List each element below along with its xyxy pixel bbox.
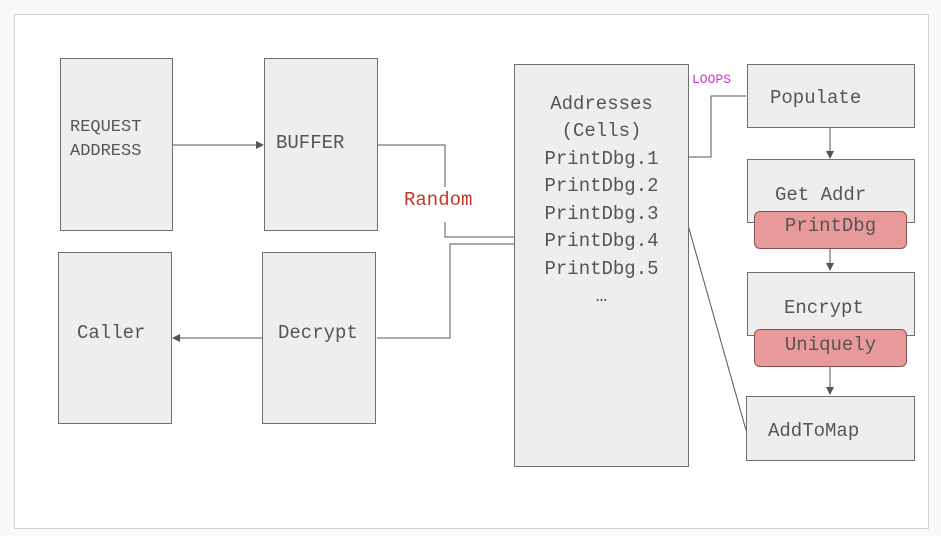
edge-cell4-to-decrypt	[377, 243, 525, 339]
add-to-map-node: AddToMap	[746, 396, 915, 461]
populate-label: Populate	[770, 87, 862, 109]
uniquely-tag: Uniquely	[754, 329, 907, 367]
address-cell-1: PrintDbg.1	[544, 148, 659, 170]
address-cell-5: PrintDbg.5	[544, 258, 659, 280]
add-to-map-label: AddToMap	[768, 420, 860, 442]
decrypt-node: Decrypt	[262, 252, 376, 424]
decrypt-label: Decrypt	[278, 322, 358, 344]
addresses-subtitle: (Cells)	[561, 120, 642, 142]
buffer-node: BUFFER	[264, 58, 378, 231]
edge-random-to-cell4	[444, 222, 525, 238]
encrypt-node: Encrypt	[747, 272, 915, 336]
encrypt-label: Encrypt	[784, 297, 864, 319]
get-addr-label: Get Addr	[775, 184, 867, 206]
populate-node: Populate	[747, 64, 915, 128]
caller-node: Caller	[58, 252, 172, 424]
edge-buffer-to-cell4	[378, 144, 446, 187]
caller-label: Caller	[77, 322, 146, 344]
diagram-canvas: REQUEST ADDRESS BUFFER Caller Decrypt Ra…	[0, 0, 941, 536]
address-cell-2: PrintDbg.2	[544, 175, 659, 197]
loops-edge-label: LOOPS	[692, 72, 732, 87]
print-dbg-tag: PrintDbg	[754, 211, 907, 249]
request-address-node: REQUEST ADDRESS	[60, 58, 173, 231]
addresses-title: Addresses	[550, 93, 653, 115]
addresses-cells-node: Addresses (Cells) PrintDbg.1 PrintDbg.2 …	[514, 64, 689, 467]
address-cell-3: PrintDbg.3	[544, 203, 659, 225]
request-address-label: REQUEST ADDRESS	[70, 118, 142, 161]
buffer-label: BUFFER	[276, 132, 345, 154]
address-cell-4: PrintDbg.4	[544, 230, 659, 252]
address-cell-ellipsis: …	[595, 285, 608, 307]
random-edge-label: Random	[404, 189, 473, 211]
